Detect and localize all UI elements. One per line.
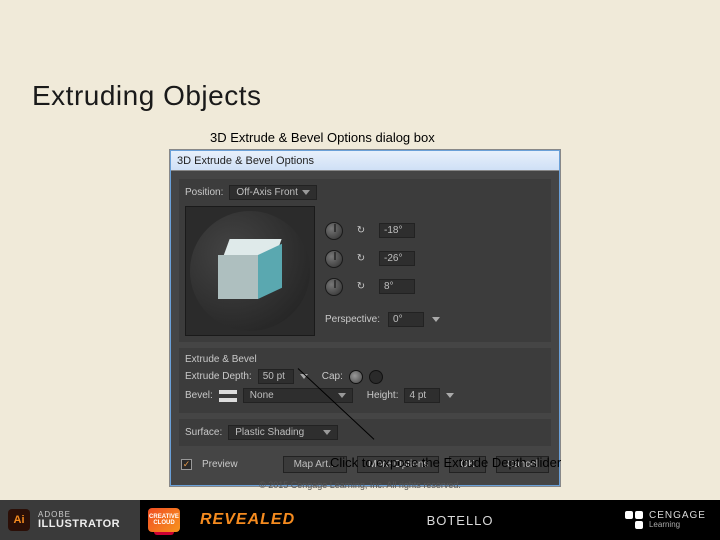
bevel-label: Bevel: — [185, 390, 213, 401]
dialog-3d-extrude-bevel: 3D Extrude & Bevel Options Position: Off… — [170, 150, 560, 486]
surface-value: Plastic Shading — [235, 427, 304, 438]
cube-preview — [218, 239, 282, 303]
illustrator-label: ILLUSTRATOR — [38, 519, 120, 530]
surface-dropdown[interactable]: Plastic Shading — [228, 425, 338, 440]
chevron-down-icon — [302, 190, 310, 195]
rot-z-value[interactable]: 8° — [379, 279, 415, 294]
surface-label: Surface: — [185, 427, 222, 438]
extrude-depth-label: Extrude Depth: — [185, 371, 252, 382]
slide-title: Extruding Objects — [32, 80, 262, 112]
creative-cloud-badge: CREATIVE CLOUD — [140, 500, 188, 540]
position-label: Position: — [185, 187, 223, 198]
preview-label: Preview — [202, 459, 238, 470]
chevron-down-icon — [323, 430, 331, 435]
perspective-label: Perspective: — [325, 314, 380, 325]
position-value: Off-Axis Front — [236, 187, 298, 198]
rot-y-icon: ↻ — [351, 253, 371, 264]
cap-on-button[interactable] — [349, 370, 363, 384]
height-field[interactable]: 4 pt — [404, 388, 440, 403]
cap-off-button[interactable] — [369, 370, 383, 384]
caption-top: 3D Extrude & Bevel Options dialog box — [210, 130, 435, 145]
extrude-bevel-title: Extrude & Bevel — [185, 354, 545, 365]
cc-line2: CLOUD — [153, 520, 174, 526]
bevel-icon — [219, 390, 237, 402]
height-label: Height: — [367, 390, 399, 401]
extrude-depth-field[interactable]: 50 pt — [258, 369, 294, 384]
bevel-dropdown[interactable]: None — [243, 388, 353, 403]
rot-x-value[interactable]: -18° — [379, 223, 415, 238]
extrude-bevel-section: Extrude & Bevel Extrude Depth: 50 pt Cap… — [179, 348, 551, 413]
chevron-down-icon — [338, 393, 346, 398]
cengage-icon — [625, 511, 643, 529]
copyright: © 2015 Cengage Learning, Inc. All rights… — [0, 480, 720, 490]
rot-y-value[interactable]: -26° — [379, 251, 415, 266]
dialog-titlebar[interactable]: 3D Extrude & Bevel Options — [171, 151, 559, 171]
preview-checkbox[interactable] — [181, 459, 192, 470]
perspective-value[interactable]: 0° — [388, 312, 424, 327]
rot-z-dial[interactable] — [325, 278, 343, 296]
perspective-slider-icon[interactable] — [432, 317, 440, 322]
cap-label: Cap: — [322, 371, 343, 382]
position-dropdown[interactable]: Off-Axis Front — [229, 185, 317, 200]
bevel-value: None — [250, 390, 274, 401]
dialog-title-text: 3D Extrude & Bevel Options — [177, 155, 314, 167]
rot-x-dial[interactable] — [325, 222, 343, 240]
rot-y-dial[interactable] — [325, 250, 343, 268]
caption-bottom: Click to expose the Extrude Depth slider — [330, 455, 561, 470]
rot-z-icon: ↻ — [351, 281, 371, 292]
revealed-label: REVEALED — [200, 511, 295, 529]
adobe-illustrator-logo: Ai ADOBE ILLUSTRATOR — [0, 500, 140, 540]
rotation-trackball[interactable] — [185, 206, 315, 336]
cengage-logo: CENGAGE Learning — [625, 511, 706, 529]
height-slider-icon[interactable] — [446, 393, 454, 398]
ai-icon: Ai — [8, 509, 30, 531]
footer: Ai ADOBE ILLUSTRATOR CREATIVE CLOUD REVE… — [0, 500, 720, 540]
learning-label: Learning — [649, 521, 706, 529]
rot-x-icon: ↻ — [351, 225, 371, 236]
author-label: BOTELLO — [427, 513, 494, 528]
